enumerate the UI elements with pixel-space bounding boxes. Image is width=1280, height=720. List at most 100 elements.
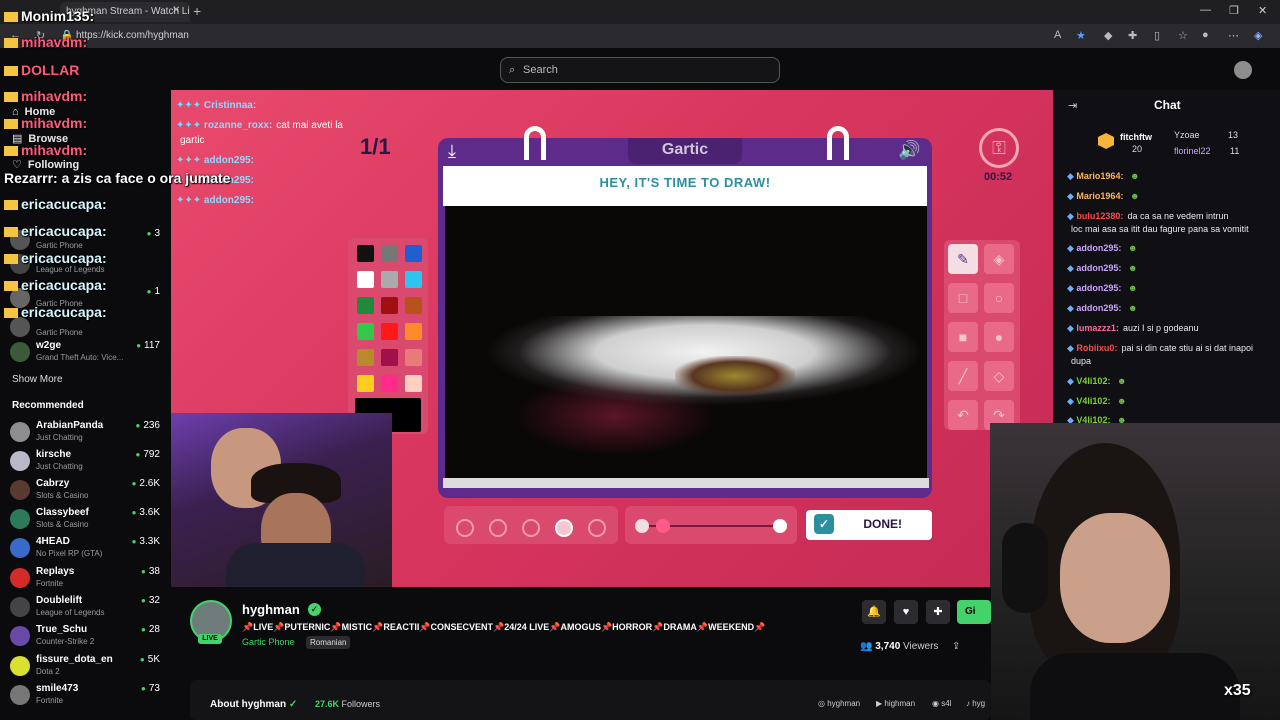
recommended-channel[interactable]: ArabianPanda Just Chatting 236 (10, 420, 160, 448)
tiktok-link[interactable]: ♪ hyg (966, 699, 985, 708)
gift-subs-button[interactable]: Gi (957, 600, 991, 624)
url-field[interactable]: https://kick.com/hyghman (76, 30, 189, 41)
follow-heart-icon[interactable]: ♥ (894, 600, 918, 624)
share-plus-icon[interactable]: ✚ (926, 600, 950, 624)
overlay-chat-text: mihavdm: (21, 34, 88, 50)
game-chat-row: ✦✦✦ rozanne_roxx: cat mai aveti la (176, 120, 343, 131)
recommended-channel[interactable]: kirsche Just Chatting 792 (10, 449, 160, 477)
notification-bell-icon[interactable]: 🔔 (862, 600, 886, 624)
recommended-channel[interactable]: smile473 Fortnite 73 (10, 683, 160, 711)
overlay-chat-line: ericacucapa: (4, 304, 107, 320)
chat-text: pai si din cate stiu ai si dat inapoi (1121, 343, 1254, 353)
recommended-channel[interactable]: fissure_dota_en Dota 2 5K (10, 654, 160, 682)
chat-message: ◆ lumazzz1: auzi I si p godeanu (1067, 323, 1199, 334)
channel-name: smile473 (36, 683, 79, 694)
split-screen-icon[interactable]: ▯ (1154, 29, 1160, 42)
recommended-channel[interactable]: Doublelift League of Legends 32 (10, 595, 160, 623)
favorite-star-icon[interactable]: ★ (1076, 29, 1086, 42)
puzzle-icon[interactable]: ✚ (1128, 29, 1137, 42)
read-aloud-icon[interactable]: A (1054, 29, 1061, 41)
channel-name: Classybeef (36, 507, 89, 518)
share-icon[interactable]: ⇪ (952, 641, 960, 652)
brush-size-4 (555, 519, 573, 537)
webcam-face (1060, 513, 1170, 643)
stream-category[interactable]: Gartic Phone (242, 637, 295, 647)
overlay-chat-line: ericacucapa: (4, 223, 107, 239)
chat-message: ◆ V4li102: ☻ (1067, 396, 1126, 407)
channel-game: League of Legends (36, 608, 105, 617)
draw-instruction: HEY, IT'S TIME TO DRAW! (599, 175, 771, 190)
channel-viewers: 117 (136, 340, 160, 351)
download-icon: ⤓ (448, 141, 456, 161)
overlay-chat-line: Monim135: (4, 8, 94, 24)
emote-icon: ☻ (1114, 396, 1127, 406)
recommended-channel[interactable]: Replays Fortnite 38 (10, 566, 160, 594)
chat-message: ◆ addon295: ☻ (1067, 263, 1137, 274)
chat-badge-icon: ◆ (1067, 283, 1077, 293)
about-text: About hyghman (210, 699, 287, 710)
crown-icon (4, 12, 18, 23)
channel-viewers: 38 (141, 566, 160, 577)
line-icon: ╱ (948, 361, 978, 391)
recommended-title: Recommended (12, 400, 84, 411)
recommended-channel[interactable]: True_Schu Counter-Strike 2 28 (10, 624, 160, 652)
overlay-chat-text: mihavdm: (21, 142, 88, 158)
channel-name: Replays (36, 566, 75, 577)
instagram-link[interactable]: ◎ hyghman (818, 699, 860, 708)
more-menu-icon[interactable]: ⋯ (1228, 29, 1239, 42)
search-input[interactable]: ⌕ Search (500, 57, 780, 83)
crown-icon (4, 308, 18, 319)
chat-username: addon295: (1076, 243, 1122, 253)
channel-game: Just Chatting (36, 433, 83, 442)
show-more-link[interactable]: Show More (12, 374, 63, 385)
minimize-button[interactable]: — (1200, 4, 1211, 16)
copilot-icon[interactable]: ◈ (1254, 29, 1262, 42)
channel-avatar (10, 597, 30, 617)
viewer-count: 👥 3,740 Viewers (860, 641, 938, 652)
gifter-count: 11 (1230, 146, 1240, 156)
brush-size-3 (522, 519, 540, 537)
channel-viewers: 32 (141, 595, 160, 606)
followers-number: 27.6K (315, 699, 340, 709)
collections-icon[interactable]: ☆ (1178, 29, 1188, 42)
recommended-channel[interactable]: Cabrzy Slots & Casino 2.6K (10, 478, 160, 506)
overlay-chat-line: mihavdm: (4, 34, 87, 50)
maximize-button[interactable]: ❐ (1229, 4, 1239, 17)
game-chat-msg: cat mai aveti la (276, 120, 343, 131)
extension-icon[interactable]: ◆ (1104, 29, 1112, 42)
chat-message: ◆ addon295: ☻ (1067, 243, 1137, 254)
channel-avatar (10, 422, 30, 442)
verified-icon: ✓ (288, 699, 298, 710)
collapse-chat-icon[interactable]: ⇥ (1068, 99, 1077, 112)
tab-close-icon[interactable]: ✕ (172, 5, 180, 16)
user-avatar[interactable] (1234, 61, 1252, 79)
crown-icon (4, 38, 18, 49)
following-channel[interactable]: w2ge Grand Theft Auto: Vice... 117 (10, 340, 160, 368)
recommended-channel[interactable]: 4HEAD No Pixel RP (GTA) 3.3K (10, 536, 160, 564)
chat-panel (1053, 90, 1280, 423)
youtube-link[interactable]: ▶ highman (876, 699, 915, 708)
chat-message: ◆ V4li102: ☻ (1067, 376, 1126, 387)
address-bar: ← ↻ 🔒 https://kick.com/hyghman A ★ ◆ ✚ ▯… (0, 24, 1280, 48)
drawing-stroke (675, 356, 795, 396)
chat-badge-icon: ◆ (1067, 263, 1077, 273)
channel-name: 4HEAD (36, 536, 70, 547)
screen: hyghman Stream - Watch Li ✕ + — ❐ ✕ ← ↻ … (0, 0, 1280, 720)
done-label: DONE! (863, 517, 902, 531)
live-badge: LIVE (198, 634, 222, 644)
volume-icon: 🔊 (898, 140, 921, 160)
chat-text: dupa (1071, 356, 1092, 366)
channel-avatar (10, 656, 30, 676)
crown-icon (4, 146, 18, 157)
streamer-name[interactable]: hyghman (242, 602, 300, 617)
brush-size-5 (588, 519, 606, 537)
close-window-button[interactable]: ✕ (1258, 4, 1267, 17)
discord-link[interactable]: ◉ s4l (932, 699, 951, 708)
language-tag[interactable]: Romanian (306, 636, 351, 649)
profile-icon[interactable]: ● (1202, 29, 1209, 41)
new-tab-icon[interactable]: + (193, 3, 201, 19)
gift-label: Gi (965, 606, 976, 617)
overlay-multiplier: x35 (1224, 682, 1251, 699)
recommended-channel[interactable]: Classybeef Slots & Casino 3.6K (10, 507, 160, 535)
chat-username: Robiixu0: (1076, 343, 1118, 353)
